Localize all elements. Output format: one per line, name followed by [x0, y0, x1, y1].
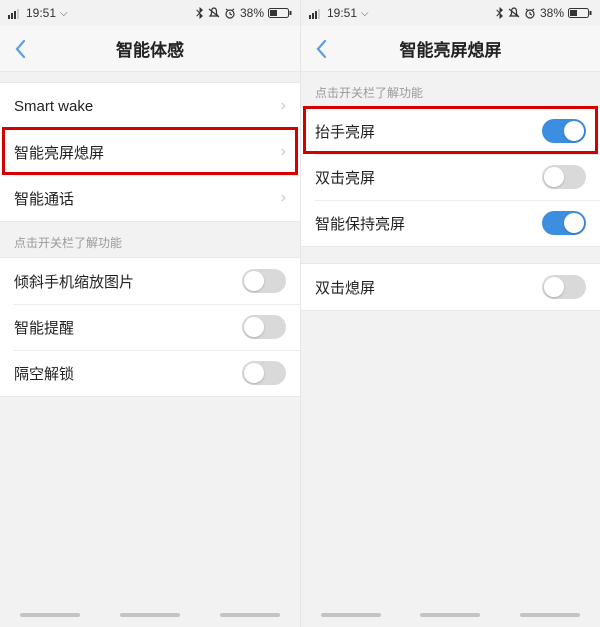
wake-group: 抬手亮屏 双击亮屏 智能保持亮屏 — [301, 107, 600, 247]
toggle-switch[interactable] — [242, 361, 286, 385]
header: 智能体感 — [0, 26, 300, 72]
toggle-switch[interactable] — [542, 165, 586, 189]
section-hint: 点击开关栏了解功能 — [301, 72, 600, 107]
toggle-switch[interactable] — [242, 315, 286, 339]
status-time: 19:51 — [26, 6, 56, 20]
row-smart-wake[interactable]: Smart wake › — [0, 83, 300, 129]
row-label: 智能提醒 — [14, 317, 242, 338]
row-label: 抬手亮屏 — [315, 121, 542, 142]
bluetooth-icon — [196, 7, 204, 19]
phone-right: 19:51 ⌵ 38% 智能亮屏熄屏 点击开关栏了解功能 抬手亮 — [300, 0, 600, 627]
back-button[interactable] — [0, 26, 40, 72]
signal-icon — [309, 8, 323, 19]
row-label: 隔空解锁 — [14, 363, 242, 384]
toggle-switch[interactable] — [242, 269, 286, 293]
signal-icon — [8, 8, 22, 19]
page-title: 智能亮屏熄屏 — [301, 36, 600, 61]
chevron-right-icon: › — [281, 189, 286, 207]
row-air-unlock[interactable]: 隔空解锁 — [0, 350, 300, 396]
row-label: 倾斜手机缩放图片 — [14, 271, 242, 292]
row-label: 智能亮屏熄屏 — [14, 142, 281, 163]
nav-recent[interactable] — [520, 613, 580, 617]
row-label: Smart wake — [14, 98, 281, 115]
row-raise-to-wake[interactable]: 抬手亮屏 — [301, 108, 600, 154]
toggle-switch[interactable] — [542, 119, 586, 143]
section-hint: 点击开关栏了解功能 — [0, 222, 300, 257]
page-title: 智能体感 — [0, 36, 300, 61]
row-smart-remind[interactable]: 智能提醒 — [0, 304, 300, 350]
dnd-icon — [508, 7, 520, 19]
row-label: 双击亮屏 — [315, 167, 542, 188]
row-smart-call[interactable]: 智能通话 › — [0, 175, 300, 221]
battery-percent: 38% — [240, 6, 264, 20]
status-bar: 19:51 ⌵ 38% — [0, 0, 300, 26]
nav-recent[interactable] — [220, 613, 280, 617]
android-navbar — [301, 583, 600, 627]
status-bar: 19:51 ⌵ 38% — [301, 0, 600, 26]
toggle-group: 倾斜手机缩放图片 智能提醒 隔空解锁 — [0, 257, 300, 397]
row-double-tap-wake[interactable]: 双击亮屏 — [301, 154, 600, 200]
back-button[interactable] — [301, 26, 341, 72]
row-label: 双击熄屏 — [315, 277, 542, 298]
battery-icon — [268, 7, 292, 19]
nav-group: Smart wake › 智能亮屏熄屏 › 智能通话 › — [0, 82, 300, 222]
nav-home[interactable] — [420, 613, 480, 617]
row-tilt-zoom[interactable]: 倾斜手机缩放图片 — [0, 258, 300, 304]
nav-back[interactable] — [321, 613, 381, 617]
battery-icon — [568, 7, 592, 19]
android-navbar — [0, 583, 300, 627]
alarm-icon — [524, 7, 536, 19]
expand-icon: ⌵ — [361, 8, 369, 19]
toggle-switch[interactable] — [542, 275, 586, 299]
toggle-switch[interactable] — [542, 211, 586, 235]
nav-back[interactable] — [20, 613, 80, 617]
battery-percent: 38% — [540, 6, 564, 20]
row-label: 智能保持亮屏 — [315, 213, 542, 234]
chevron-right-icon: › — [281, 143, 286, 161]
status-time: 19:51 — [327, 6, 357, 20]
row-smart-screen[interactable]: 智能亮屏熄屏 › — [0, 129, 300, 175]
row-label: 智能通话 — [14, 188, 281, 209]
sleep-group: 双击熄屏 — [301, 263, 600, 311]
header: 智能亮屏熄屏 — [301, 26, 600, 72]
alarm-icon — [224, 7, 236, 19]
expand-icon: ⌵ — [60, 8, 68, 19]
chevron-right-icon: › — [281, 97, 286, 115]
dnd-icon — [208, 7, 220, 19]
phone-left: 19:51 ⌵ 38% 智能体感 Smart wake — [0, 0, 300, 627]
row-keep-screen-on[interactable]: 智能保持亮屏 — [301, 200, 600, 246]
row-double-tap-sleep[interactable]: 双击熄屏 — [301, 264, 600, 310]
bluetooth-icon — [496, 7, 504, 19]
nav-home[interactable] — [120, 613, 180, 617]
